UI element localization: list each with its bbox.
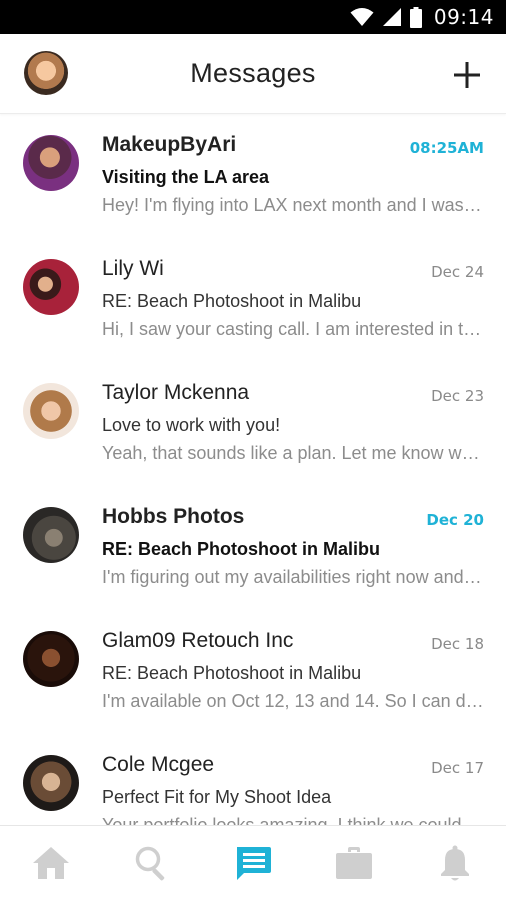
sender-name: MakeupByAri [102, 133, 237, 156]
message-preview: I'm available on Oct 12, 13 and 14. So I… [102, 691, 486, 711]
message-subject: Love to work with you! [102, 415, 281, 435]
message-time: Dec 18 [431, 635, 484, 653]
sender-name: Cole Mcgee [102, 753, 215, 776]
plus-icon [454, 62, 480, 88]
sender-name: Lily Wi [102, 257, 164, 280]
message-time: Dec 17 [431, 759, 484, 777]
message-time: Dec 24 [431, 263, 484, 281]
message-subject: RE: Beach Photoshoot in Malibu [102, 663, 362, 683]
battery-icon [409, 6, 422, 28]
signal-icon [382, 7, 402, 27]
message-time: Dec 20 [426, 511, 484, 529]
message-item[interactable]: Hobbs Photos Dec 20 RE: Beach Photoshoot… [0, 487, 506, 611]
message-preview: I'm figuring out my availabilities right… [102, 567, 486, 587]
sender-name: Taylor Mckenna [102, 381, 250, 404]
sender-name: Glam09 Retouch Inc [102, 629, 294, 652]
message-preview: Hi, I saw your casting call. I am intere… [102, 319, 486, 339]
messages-icon [236, 847, 271, 880]
avatar [23, 507, 79, 563]
message-preview: Your portfolio looks amazing. I think we… [102, 815, 462, 825]
nav-home[interactable] [21, 833, 81, 893]
wifi-icon [350, 7, 374, 27]
message-subject: RE: Beach Photoshoot in Malibu [102, 539, 380, 559]
message-subject: RE: Beach Photoshoot in Malibu [102, 291, 362, 311]
message-subject: Perfect Fit for My Shoot Idea [102, 787, 332, 807]
briefcase-icon [336, 847, 373, 879]
avatar [23, 631, 79, 687]
message-item[interactable]: MakeupByAri 08:25AM Visiting the LA area… [0, 115, 506, 239]
app-header: Messages [0, 34, 506, 114]
nav-notifications[interactable] [425, 833, 485, 893]
message-preview: Yeah, that sounds like a plan. Let me kn… [102, 443, 486, 463]
avatar [23, 135, 79, 191]
message-time: Dec 23 [431, 387, 484, 405]
message-item[interactable]: Cole Mcgee Dec 17 Perfect Fit for My Sho… [0, 735, 506, 825]
avatar [23, 755, 79, 811]
status-bar: 09:14 [0, 0, 506, 34]
search-icon [135, 846, 165, 881]
nav-search[interactable] [122, 833, 182, 893]
message-item[interactable]: Taylor Mckenna Dec 23 Love to work with … [0, 363, 506, 487]
avatar [23, 259, 79, 315]
compose-button[interactable] [448, 56, 486, 94]
sender-name: Hobbs Photos [102, 505, 245, 528]
message-list[interactable]: MakeupByAri 08:25AM Visiting the LA area… [0, 115, 506, 825]
avatar [23, 383, 79, 439]
message-subject: Visiting the LA area [102, 167, 270, 187]
home-icon [32, 847, 69, 879]
nav-jobs[interactable] [324, 833, 384, 893]
message-preview: Hey! I'm flying into LAX next month and … [102, 195, 486, 215]
status-time: 09:14 [433, 5, 494, 29]
bottom-nav [0, 825, 506, 900]
nav-messages[interactable] [223, 833, 283, 893]
page-title: Messages [190, 58, 316, 88]
message-item[interactable]: Lily Wi Dec 24 RE: Beach Photoshoot in M… [0, 239, 506, 363]
message-item[interactable]: Glam09 Retouch Inc Dec 18 RE: Beach Phot… [0, 611, 506, 735]
message-time: 08:25AM [409, 139, 484, 157]
bell-icon [441, 845, 470, 881]
